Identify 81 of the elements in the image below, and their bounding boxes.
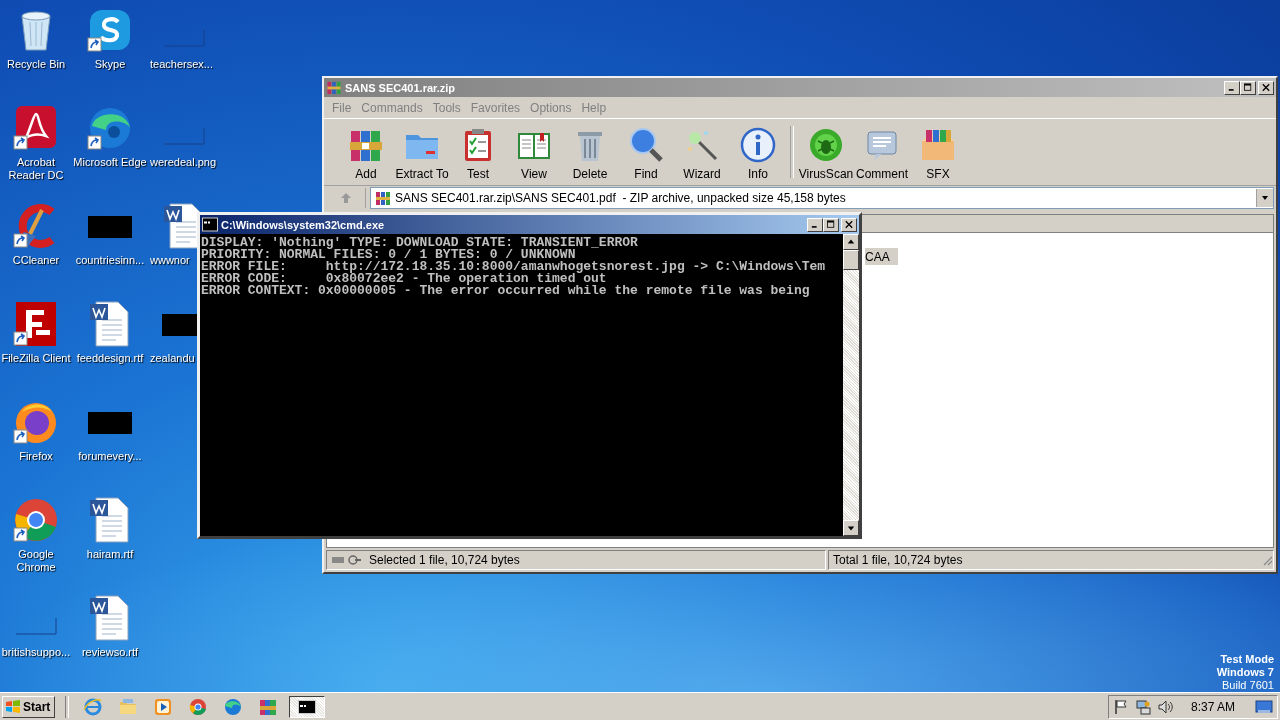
console-line: ERROR CONTEXT: 0x00000005 - The error occurred while the remote file was being xyxy=(201,285,811,297)
books-icon xyxy=(375,190,391,206)
books-icon xyxy=(259,697,278,716)
watermark-text: Test Mode xyxy=(1220,653,1274,666)
maximize-icon xyxy=(827,220,835,229)
books-icon xyxy=(326,80,342,95)
scroll-thumb[interactable] xyxy=(843,250,859,270)
toolbar-button[interactable]: View xyxy=(506,127,562,181)
toolbar-button[interactable]: Add xyxy=(338,127,394,181)
edge-icon xyxy=(224,697,243,716)
arrow-up-icon xyxy=(339,192,352,204)
icon-label[interactable]: Microsoft Edge xyxy=(72,156,148,169)
window-title: SANS SEC401.rar.zip xyxy=(345,81,457,94)
magnifier-icon xyxy=(628,127,664,163)
minimize-button[interactable] xyxy=(807,217,823,232)
taskbar-button[interactable] xyxy=(289,695,326,718)
speaker-icon[interactable] xyxy=(1156,698,1173,715)
maximize-icon xyxy=(1244,83,1252,92)
chrome-icon[interactable] xyxy=(12,496,60,544)
icon-label[interactable]: reviewso.rtf xyxy=(72,646,148,659)
media-player-icon xyxy=(154,697,173,716)
icon-label[interactable]: Firefox xyxy=(0,450,74,463)
toolbar-button[interactable]: Info xyxy=(730,127,786,181)
toolbar-button[interactable]: Find xyxy=(618,127,674,181)
icon-label[interactable]: Acrobat Reader DC xyxy=(0,156,74,182)
drive-icon xyxy=(331,554,361,566)
clock[interactable]: 8:37 AM xyxy=(1190,699,1235,714)
chrome-icon xyxy=(189,697,208,716)
close-button[interactable] xyxy=(841,217,857,232)
toolbar-button[interactable]: Extract To xyxy=(394,127,450,181)
icon-label[interactable]: countriesinn... xyxy=(72,254,148,267)
status-text: Total 1 file, 10,724 bytes xyxy=(833,553,964,567)
icon-label[interactable]: hairam.rtf xyxy=(72,548,148,561)
command-prompt-icon xyxy=(298,697,317,716)
file-name: CAA xyxy=(865,249,890,264)
internet-explorer-icon xyxy=(84,697,103,716)
console-line: DISPLAY: 'Nothing' TYPE: DOWNLOAD STATE: TRANSIENT_ERROR xyxy=(201,237,639,249)
icon-label[interactable]: Recycle Bin xyxy=(0,58,74,71)
toolbar-button[interactable]: Test xyxy=(450,127,506,181)
resize-grip-icon[interactable] xyxy=(1261,554,1273,566)
arrow-up-icon xyxy=(847,238,855,246)
maximize-button[interactable] xyxy=(823,217,839,232)
icon-label[interactable]: Google Chrome xyxy=(0,548,74,574)
icon-label[interactable]: Skype xyxy=(72,58,148,71)
icon-label[interactable]: FileZilla Client xyxy=(0,352,74,365)
console-line: PRIORITY: NORMAL FILES: 0 / 1 BYTES: 0 / UNKNOWN xyxy=(201,249,576,261)
info-icon xyxy=(740,127,776,163)
icon-label[interactable]: feeddesign.rtf xyxy=(72,352,148,365)
bug-icon xyxy=(808,127,844,163)
watermark-text: Windows 7 xyxy=(1216,666,1274,679)
start-button[interactable]: Start xyxy=(2,695,56,718)
close-icon xyxy=(1262,83,1270,92)
toolbar-button[interactable]: Wizard xyxy=(674,127,730,181)
toolbar-button[interactable]: Delete xyxy=(562,127,618,181)
icon-label[interactable]: teachersex... xyxy=(150,58,213,71)
box-icon xyxy=(920,127,956,163)
scrollbar[interactable] xyxy=(843,234,859,536)
path-field[interactable]: SANS SEC401.rar.zip\SANS SEC401.pdf - ZIP archive, unpacked size 45,158 bytes xyxy=(370,187,1274,209)
icon-label[interactable]: forumevery... xyxy=(72,450,148,463)
console-line: ERROR FILE: http://172.18.35.10:8000/amanwhogetsnorest.jpg -> C:\Windows\Tem xyxy=(201,261,827,273)
toolbar-button[interactable]: SFX xyxy=(910,127,966,181)
show-desktop-icon[interactable] xyxy=(1255,699,1273,714)
icon-label[interactable]: britishsuppo... xyxy=(0,646,74,659)
icon-label[interactable]: wwwnor xyxy=(150,254,190,267)
watermark-text: Build 7601 xyxy=(1222,679,1274,692)
status-text: Selected 1 file, 10,724 bytes xyxy=(369,553,520,567)
toolbar-button[interactable]: VirusScan xyxy=(798,127,854,181)
command-prompt-icon xyxy=(202,217,218,232)
flag-icon[interactable] xyxy=(1112,698,1129,715)
file-row[interactable]: CAA xyxy=(865,248,898,265)
arrow-down-icon xyxy=(847,524,855,532)
console-line: ERROR CODE: 0x80072ee2 - The operation timed out xyxy=(201,273,607,285)
network-icon[interactable] xyxy=(1134,698,1151,715)
icon-label[interactable]: weredeal.png xyxy=(150,156,217,169)
windows-logo-icon xyxy=(5,698,21,715)
folder-icon xyxy=(119,697,138,716)
close-icon xyxy=(845,220,853,229)
icon-label[interactable]: zealandu xyxy=(150,352,195,365)
icon-label[interactable]: CCleaner xyxy=(0,254,74,267)
window-title: C:\Windows\system32\cmd.exe xyxy=(221,218,386,231)
toolbar-button[interactable]: Comment xyxy=(854,127,910,181)
